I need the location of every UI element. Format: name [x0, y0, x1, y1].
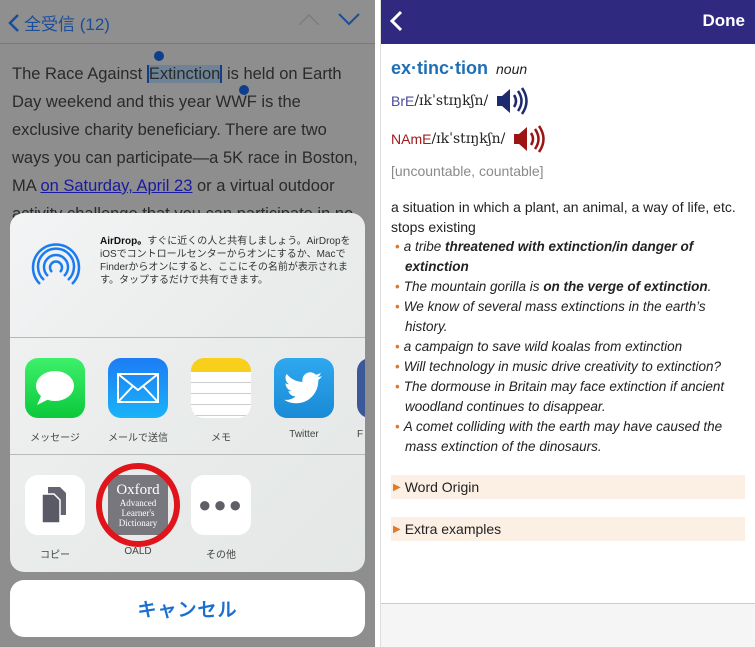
app-label: Twitter: [289, 429, 319, 440]
app-label: メールで送信: [108, 433, 168, 444]
bre-label: BrE: [391, 93, 415, 109]
example: a tribe threatened with extinction/in da…: [391, 237, 745, 277]
speaker-name-icon[interactable]: [513, 125, 547, 153]
text: is held on Earth Day weekend and this ye…: [12, 65, 358, 195]
example: We know of several mass extinctions in t…: [391, 297, 745, 337]
mail-screen: 全受信 (12) The Race Against Extinction is …: [0, 0, 375, 647]
grammar-label: [uncountable, countable]: [391, 163, 544, 179]
app-label: F: [357, 429, 364, 440]
definition: a situation in which a plant, an animal,…: [391, 199, 736, 235]
example: The mountain gorilla is on the verge of …: [391, 277, 745, 297]
date-link[interactable]: on Saturday, April 23: [40, 177, 192, 195]
previous-message-icon[interactable]: [298, 12, 320, 26]
airdrop-text: AirDrop。すぐに近くの人と共有しましょう。AirDropをiOSでコントロ…: [100, 235, 355, 287]
mail-icon: [108, 358, 168, 418]
more-dots-icon: ●●●: [191, 475, 251, 535]
example: a campaign to save wild koalas from exti…: [391, 337, 745, 357]
highlight-circle: [96, 463, 180, 547]
back-button[interactable]: 全受信 (12): [8, 10, 110, 35]
word-origin-toggle[interactable]: ▶ Word Origin: [391, 475, 745, 499]
action-more[interactable]: ●●● その他: [191, 475, 251, 561]
app-label: メモ: [211, 433, 231, 444]
next-message-icon[interactable]: [338, 12, 360, 26]
name-pronunciation: NAmE/ɪkˈstɪŋkʃn/: [391, 125, 745, 153]
share-mail[interactable]: メールで送信: [108, 358, 168, 444]
fold-label: Extra examples: [404, 521, 502, 537]
selected-text[interactable]: Extinction: [146, 65, 223, 83]
dictionary-entry: ex·tinc·tion noun BrE/ɪkˈstɪŋkʃn/ NAmE/ɪk…: [381, 44, 755, 541]
bre-ipa: /ɪkˈstɪŋkʃn/: [414, 93, 489, 109]
part-of-speech: noun: [496, 61, 528, 77]
airdrop-title: AirDrop。: [100, 236, 148, 247]
share-twitter[interactable]: Twitter: [274, 358, 334, 440]
selection-end-handle[interactable]: [239, 85, 249, 95]
cancel-button[interactable]: キャンセル: [10, 580, 365, 637]
mail-body: The Race Against Extinction is held on E…: [12, 60, 367, 228]
dictionary-header: Done: [381, 0, 755, 44]
share-messages[interactable]: メッセージ: [25, 358, 85, 444]
share-facebook[interactable]: F: [357, 358, 365, 440]
examples-list: a tribe threatened with extinction/in da…: [391, 237, 745, 457]
example: Will technology in music drive creativit…: [391, 357, 745, 377]
facebook-icon: [357, 358, 365, 418]
copy-icon: [25, 475, 85, 535]
speaker-bre-icon[interactable]: [496, 87, 530, 115]
name-ipa: /ɪkˈstɪŋkʃn/: [431, 131, 506, 147]
action-copy[interactable]: コピー: [25, 475, 85, 561]
back-label: 全受信 (12): [24, 15, 110, 34]
example: The dormouse in Britain may face extinct…: [391, 377, 745, 417]
triangle-right-icon: ▶: [393, 523, 401, 535]
done-button[interactable]: Done: [703, 11, 746, 31]
airdrop-section: AirDrop。すぐに近くの人と共有しましょう。AirDropをiOSでコントロ…: [10, 213, 365, 338]
action-label: コピー: [40, 550, 70, 561]
fold-label: Word Origin: [404, 479, 480, 495]
action-label: その他: [206, 550, 236, 561]
chevron-left-icon: [8, 13, 19, 32]
notes-icon: [191, 358, 251, 418]
triangle-right-icon: ▶: [393, 481, 401, 493]
action-row: コピー Oxford Advanced Learner's Dictionary…: [10, 455, 365, 572]
share-sheet: AirDrop。すぐに近くの人と共有しましょう。AirDropをiOSでコントロ…: [10, 213, 365, 572]
mail-header: 全受信 (12): [0, 0, 375, 44]
headword: ex·tinc·tion: [391, 58, 488, 78]
example: A comet colliding with the earth may hav…: [391, 417, 745, 457]
airdrop-icon: [31, 243, 81, 285]
back-chevron-icon[interactable]: [389, 10, 403, 32]
share-notes[interactable]: メモ: [191, 358, 251, 444]
text: The Race Against: [12, 65, 147, 83]
app-label: メッセージ: [30, 433, 80, 444]
extra-examples-toggle[interactable]: ▶ Extra examples: [391, 517, 745, 541]
messages-icon: [25, 358, 85, 418]
app-row: メッセージ メールで送信 メモ Twitter F: [10, 338, 365, 455]
bre-pronunciation: BrE/ɪkˈstɪŋkʃn/: [391, 87, 745, 115]
selection-start-handle[interactable]: [154, 51, 164, 61]
twitter-bird-icon: [274, 358, 334, 418]
dictionary-screen: Done ex·tinc·tion noun BrE/ɪkˈstɪŋkʃn/ NA…: [380, 0, 755, 647]
bottom-toolbar: [381, 603, 755, 647]
action-label: OALD: [124, 546, 152, 557]
name-label: NAmE: [391, 131, 432, 147]
